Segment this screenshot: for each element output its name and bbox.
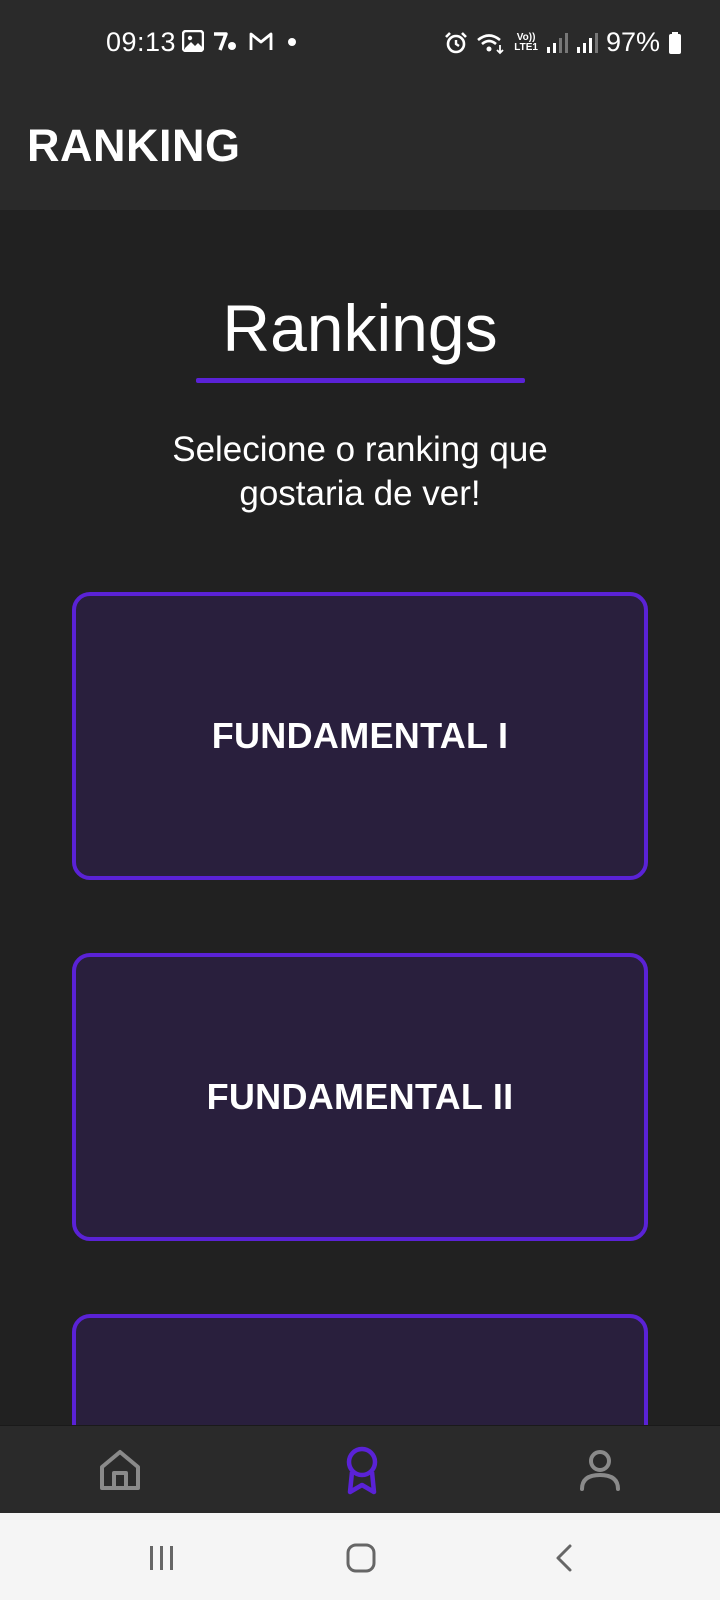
tinder-like-icon (214, 32, 236, 51)
battery-icon (669, 31, 681, 54)
system-home-icon (346, 1543, 376, 1573)
title-underline (196, 378, 525, 383)
recents-icon (150, 1546, 173, 1570)
gmail-icon (249, 32, 273, 50)
ranking-card-label: FUNDAMENTAL I (211, 715, 509, 756)
ranking-card-fundamental-1[interactable]: FUNDAMENTAL I (72, 592, 648, 880)
page-subtitle: Selecione o ranking que gostaria de ver! (172, 430, 548, 513)
recents-button[interactable] (137, 1533, 187, 1583)
nav-home-button[interactable] (90, 1440, 150, 1500)
ranking-card-label: FUNDAMENTAL II (206, 1076, 514, 1117)
wifi-icon (477, 33, 504, 54)
battery-percentage: 97% (605, 27, 660, 57)
system-home-button[interactable] (336, 1533, 386, 1583)
nav-profile-button[interactable] (570, 1440, 630, 1500)
alarm-icon (445, 31, 468, 53)
back-icon (556, 1544, 572, 1572)
status-time: 09:13 (106, 27, 177, 57)
app-bar-title: RANKING (27, 120, 241, 171)
ranking-card-fundamental-2[interactable]: FUNDAMENTAL II (72, 953, 648, 1241)
home-icon (100, 1450, 140, 1490)
main-content[interactable]: Rankings Selecione o ranking que gostari… (0, 210, 720, 1425)
signal-icon (576, 32, 598, 53)
volte-icon: Vo)) LTE1 (514, 31, 538, 53)
ranking-card-3[interactable] (72, 1314, 648, 1425)
nav-ranking-button[interactable] (332, 1440, 392, 1500)
back-button[interactable] (540, 1533, 590, 1583)
status-bar: 09:13 Vo)) LTE1 97% (0, 0, 720, 74)
dot-icon (288, 38, 296, 46)
user-icon (580, 1450, 620, 1491)
image-icon (182, 30, 204, 52)
status-notification-icons (182, 30, 302, 52)
bottom-navigation (0, 1425, 720, 1513)
status-system-icons: Vo)) LTE1 97% (444, 27, 682, 58)
system-navigation-bar (0, 1513, 720, 1600)
app-bar: RANKING (0, 74, 720, 210)
page-title: Rankings (222, 291, 498, 365)
ribbon-award-icon (346, 1446, 378, 1495)
signal-icon (546, 32, 568, 53)
